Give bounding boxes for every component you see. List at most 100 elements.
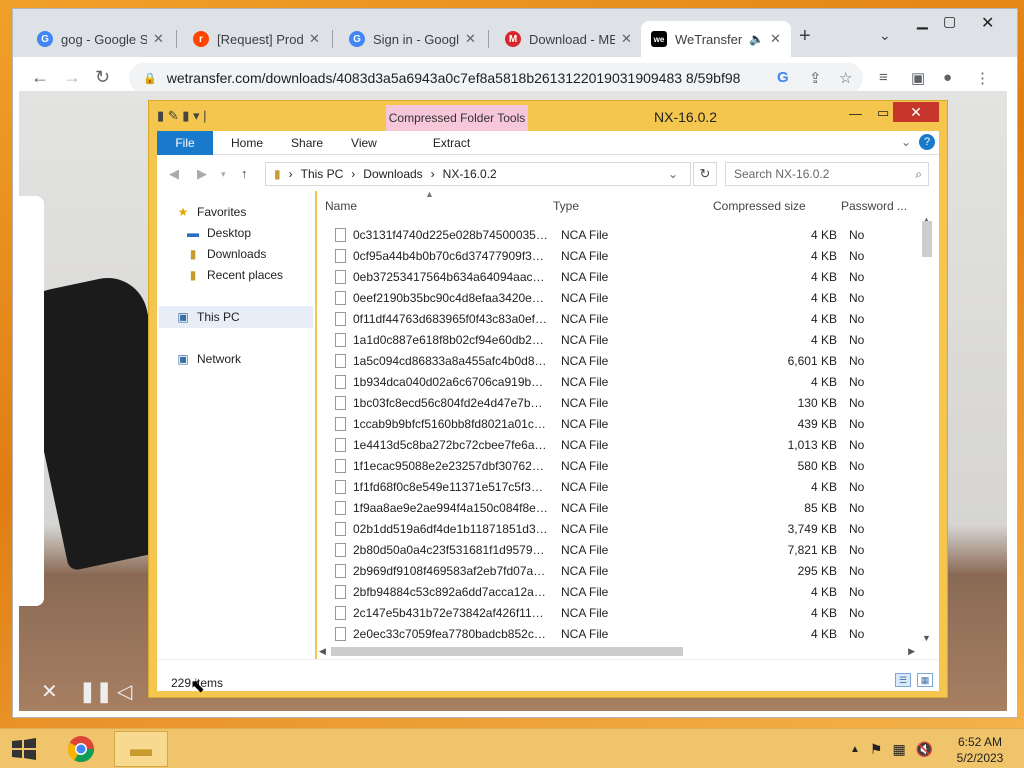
table-row[interactable]: 2c147e5b431b72e73842af426f119ba... NCA Fi…	[317, 602, 907, 623]
nav-favorites[interactable]: ★ Favorites	[175, 205, 247, 219]
table-row[interactable]: 1a5c094cd86833a8a455afc4b0d80c... NCA Fil…	[317, 350, 907, 371]
tab-extract[interactable]: Extract	[433, 136, 470, 150]
tab-home[interactable]: Home	[231, 136, 263, 150]
refresh-button[interactable]: ↻	[693, 162, 717, 186]
maximize-icon[interactable]: ▢	[943, 13, 956, 30]
close-tab-icon[interactable]: ✕	[770, 31, 781, 47]
table-row[interactable]: 1f1fd68f0c8e549e11371e517c5f377... NCA Fi…	[317, 476, 907, 497]
vertical-scrollbar[interactable]: ▲ ▼	[919, 215, 935, 643]
table-row[interactable]: 02b1dd519a6df4de1b11871851d328... NCA Fil…	[317, 518, 907, 539]
address-bar[interactable]: 🔒 wetransfer.com/downloads/4083d3a5a6943…	[129, 63, 863, 93]
table-row[interactable]: 2e0ec33c7059fea7780badcb852ca9... NCA Fil…	[317, 623, 907, 644]
reload-icon[interactable]: ↻	[95, 67, 110, 88]
file-explorer-taskbar-button[interactable]: ▬	[114, 731, 168, 767]
file-type: NCA File	[561, 543, 609, 557]
column-compressed-size[interactable]: Compressed size	[713, 199, 806, 213]
nav-this-pc[interactable]: ▣ This PC	[175, 310, 239, 324]
close-tab-icon[interactable]: ✕	[621, 31, 632, 47]
table-row[interactable]: 1ccab9b9bfcf5160bb8fd8021a01c0f... NCA Fi…	[317, 413, 907, 434]
scroll-right-icon[interactable]: ▶	[908, 646, 915, 657]
breadcrumb[interactable]: ▮ › This PC › Downloads › NX-16.0.2 ⌄	[265, 162, 691, 186]
chevron-down-icon[interactable]: ⌄	[668, 167, 678, 181]
scroll-left-icon[interactable]: ◀	[319, 646, 326, 657]
table-row[interactable]: 1a1d0c887e618f8b02cf94e60db2b2... NCA Fil…	[317, 329, 907, 350]
tab-mega[interactable]: M Download - MEG ✕	[495, 21, 645, 57]
table-row[interactable]: 0cf95a44b4b0b70c6d37477909f3c5... NCA Fil…	[317, 245, 907, 266]
volume-muted-icon[interactable]: 🔇	[916, 741, 933, 758]
table-row[interactable]: 1e4413d5c8ba272bc72cbee7fe6a0f... NCA Fil…	[317, 434, 907, 455]
table-row[interactable]: 2b969df9108f469583af2eb7fd07ac0... NCA Fi…	[317, 560, 907, 581]
clock[interactable]: 6:52 AM 5/2/2023	[946, 734, 1014, 766]
tab-share[interactable]: Share	[291, 136, 323, 150]
new-tab-icon[interactable]: +	[799, 25, 811, 48]
nav-desktop[interactable]: ▬ Desktop	[185, 226, 251, 240]
close-explorer-button[interactable]: ✕	[893, 102, 939, 122]
close-window-icon[interactable]: ✕	[981, 13, 994, 33]
forward-icon[interactable]: ▶	[197, 166, 207, 182]
media-control-icon[interactable]: ≡	[879, 69, 888, 86]
horizontal-scroll-thumb[interactable]	[331, 647, 683, 656]
start-windows-icon[interactable]	[10, 737, 38, 761]
column-password[interactable]: Password ...	[841, 199, 907, 213]
action-center-flag-icon[interactable]: ⚑	[870, 741, 883, 758]
breadcrumb-downloads[interactable]: Downloads	[363, 167, 422, 181]
side-panel-icon[interactable]: ▣	[911, 69, 925, 87]
network-tray-icon[interactable]: ▦	[892, 741, 905, 758]
details-view-icon[interactable]: ☰	[895, 673, 911, 687]
table-row[interactable]: 1b934dca040d02a6c6706ca919b310... NCA Fil…	[317, 371, 907, 392]
back-icon[interactable]: ←	[31, 67, 49, 88]
expand-ribbon-icon[interactable]: ⌄	[901, 135, 911, 149]
google-translate-icon[interactable]: G	[777, 69, 789, 86]
search-icon: ⌕	[915, 167, 922, 181]
table-row[interactable]: 0eb37253417564b634a64094aac093... NCA Fil…	[317, 266, 907, 287]
column-name[interactable]: Name	[325, 199, 357, 213]
table-row[interactable]: 0c3131f4740d225e028b745000359e... NCA Fil…	[317, 224, 907, 245]
chrome-taskbar-button[interactable]	[54, 731, 108, 767]
up-icon[interactable]: ↑	[241, 166, 248, 181]
quick-access-toolbar[interactable]: ▮ ✎ ▮ ▾ |	[157, 108, 207, 124]
show-hidden-icons-icon[interactable]: ▲	[850, 744, 860, 758]
table-row[interactable]: 2b80d50a0a4c23f531681f1d9579dcf... NCA Fi…	[317, 539, 907, 560]
maximize-icon[interactable]: ▭	[877, 103, 889, 123]
recent-locations-icon[interactable]: ▾	[221, 169, 226, 180]
table-row[interactable]: 1f1ecac95088e2e23257dbf307626e5... NCA Fi…	[317, 455, 907, 476]
chevron-down-icon[interactable]: ⌄	[879, 27, 891, 44]
breadcrumb-nx[interactable]: NX-16.0.2	[443, 167, 497, 181]
profile-icon[interactable]: ●	[943, 69, 952, 86]
menu-icon[interactable]: ⋮	[975, 69, 990, 87]
close-tab-icon[interactable]: ✕	[309, 31, 320, 47]
large-icons-view-icon[interactable]: ▦	[917, 673, 933, 687]
tab-reddit[interactable]: r [Request] Prod K ✕	[183, 21, 333, 57]
tab-file[interactable]: File	[157, 130, 213, 155]
scroll-down-icon[interactable]: ▼	[922, 633, 931, 643]
table-row[interactable]: 0f11df44763d683965f0f43c83a0ef11... NCA F…	[317, 308, 907, 329]
tab-google-search[interactable]: G gog - Google Se ✕	[27, 21, 177, 57]
minimize-icon[interactable]: ▁	[917, 13, 928, 30]
tab-view[interactable]: View	[351, 136, 377, 150]
table-row[interactable]: 1bc03fc8ecd56c804fd2e4d47e7b0fe... NCA Fi…	[317, 392, 907, 413]
tab-google-signin[interactable]: G Sign in - Google ✕	[339, 21, 489, 57]
minimize-icon[interactable]: —	[849, 103, 862, 123]
back-icon[interactable]: ◀	[169, 166, 179, 182]
nav-downloads[interactable]: ▮ Downloads	[185, 247, 267, 261]
nav-network[interactable]: ▣ Network	[175, 352, 241, 366]
close-video-icon[interactable]: ✕	[41, 679, 58, 704]
close-tab-icon[interactable]: ✕	[465, 31, 476, 47]
bookmark-star-icon[interactable]: ☆	[839, 69, 852, 87]
vertical-scroll-thumb[interactable]	[922, 221, 932, 257]
share-icon[interactable]: ⇪	[809, 69, 822, 87]
close-tab-icon[interactable]: ✕	[153, 31, 164, 47]
help-icon[interactable]: ?	[919, 134, 935, 150]
nav-recent-places[interactable]: ▮ Recent places	[185, 268, 283, 282]
table-row[interactable]: 1f9aa8ae9e2ae994f4a150c084f8efde... NCA F…	[317, 497, 907, 518]
column-type[interactable]: Type	[553, 199, 579, 213]
breadcrumb-this-pc[interactable]: This PC	[301, 167, 344, 181]
table-row[interactable]: 2bfb94884c53c892a6dd7acca12aca... NCA Fil…	[317, 581, 907, 602]
forward-icon[interactable]: →	[63, 67, 81, 88]
tab-wetransfer[interactable]: we WeTransfer 🔈 ✕	[641, 21, 791, 57]
table-row[interactable]: 0eef2190b35bc90c4d8efaa3420e295... NCA Fi…	[317, 287, 907, 308]
mute-icon[interactable]: ◁	[117, 679, 132, 704]
pause-icon[interactable]: ❚❚	[79, 679, 113, 704]
search-input[interactable]: Search NX-16.0.2 ⌕	[725, 162, 929, 186]
speaker-icon[interactable]: 🔈	[749, 32, 764, 46]
